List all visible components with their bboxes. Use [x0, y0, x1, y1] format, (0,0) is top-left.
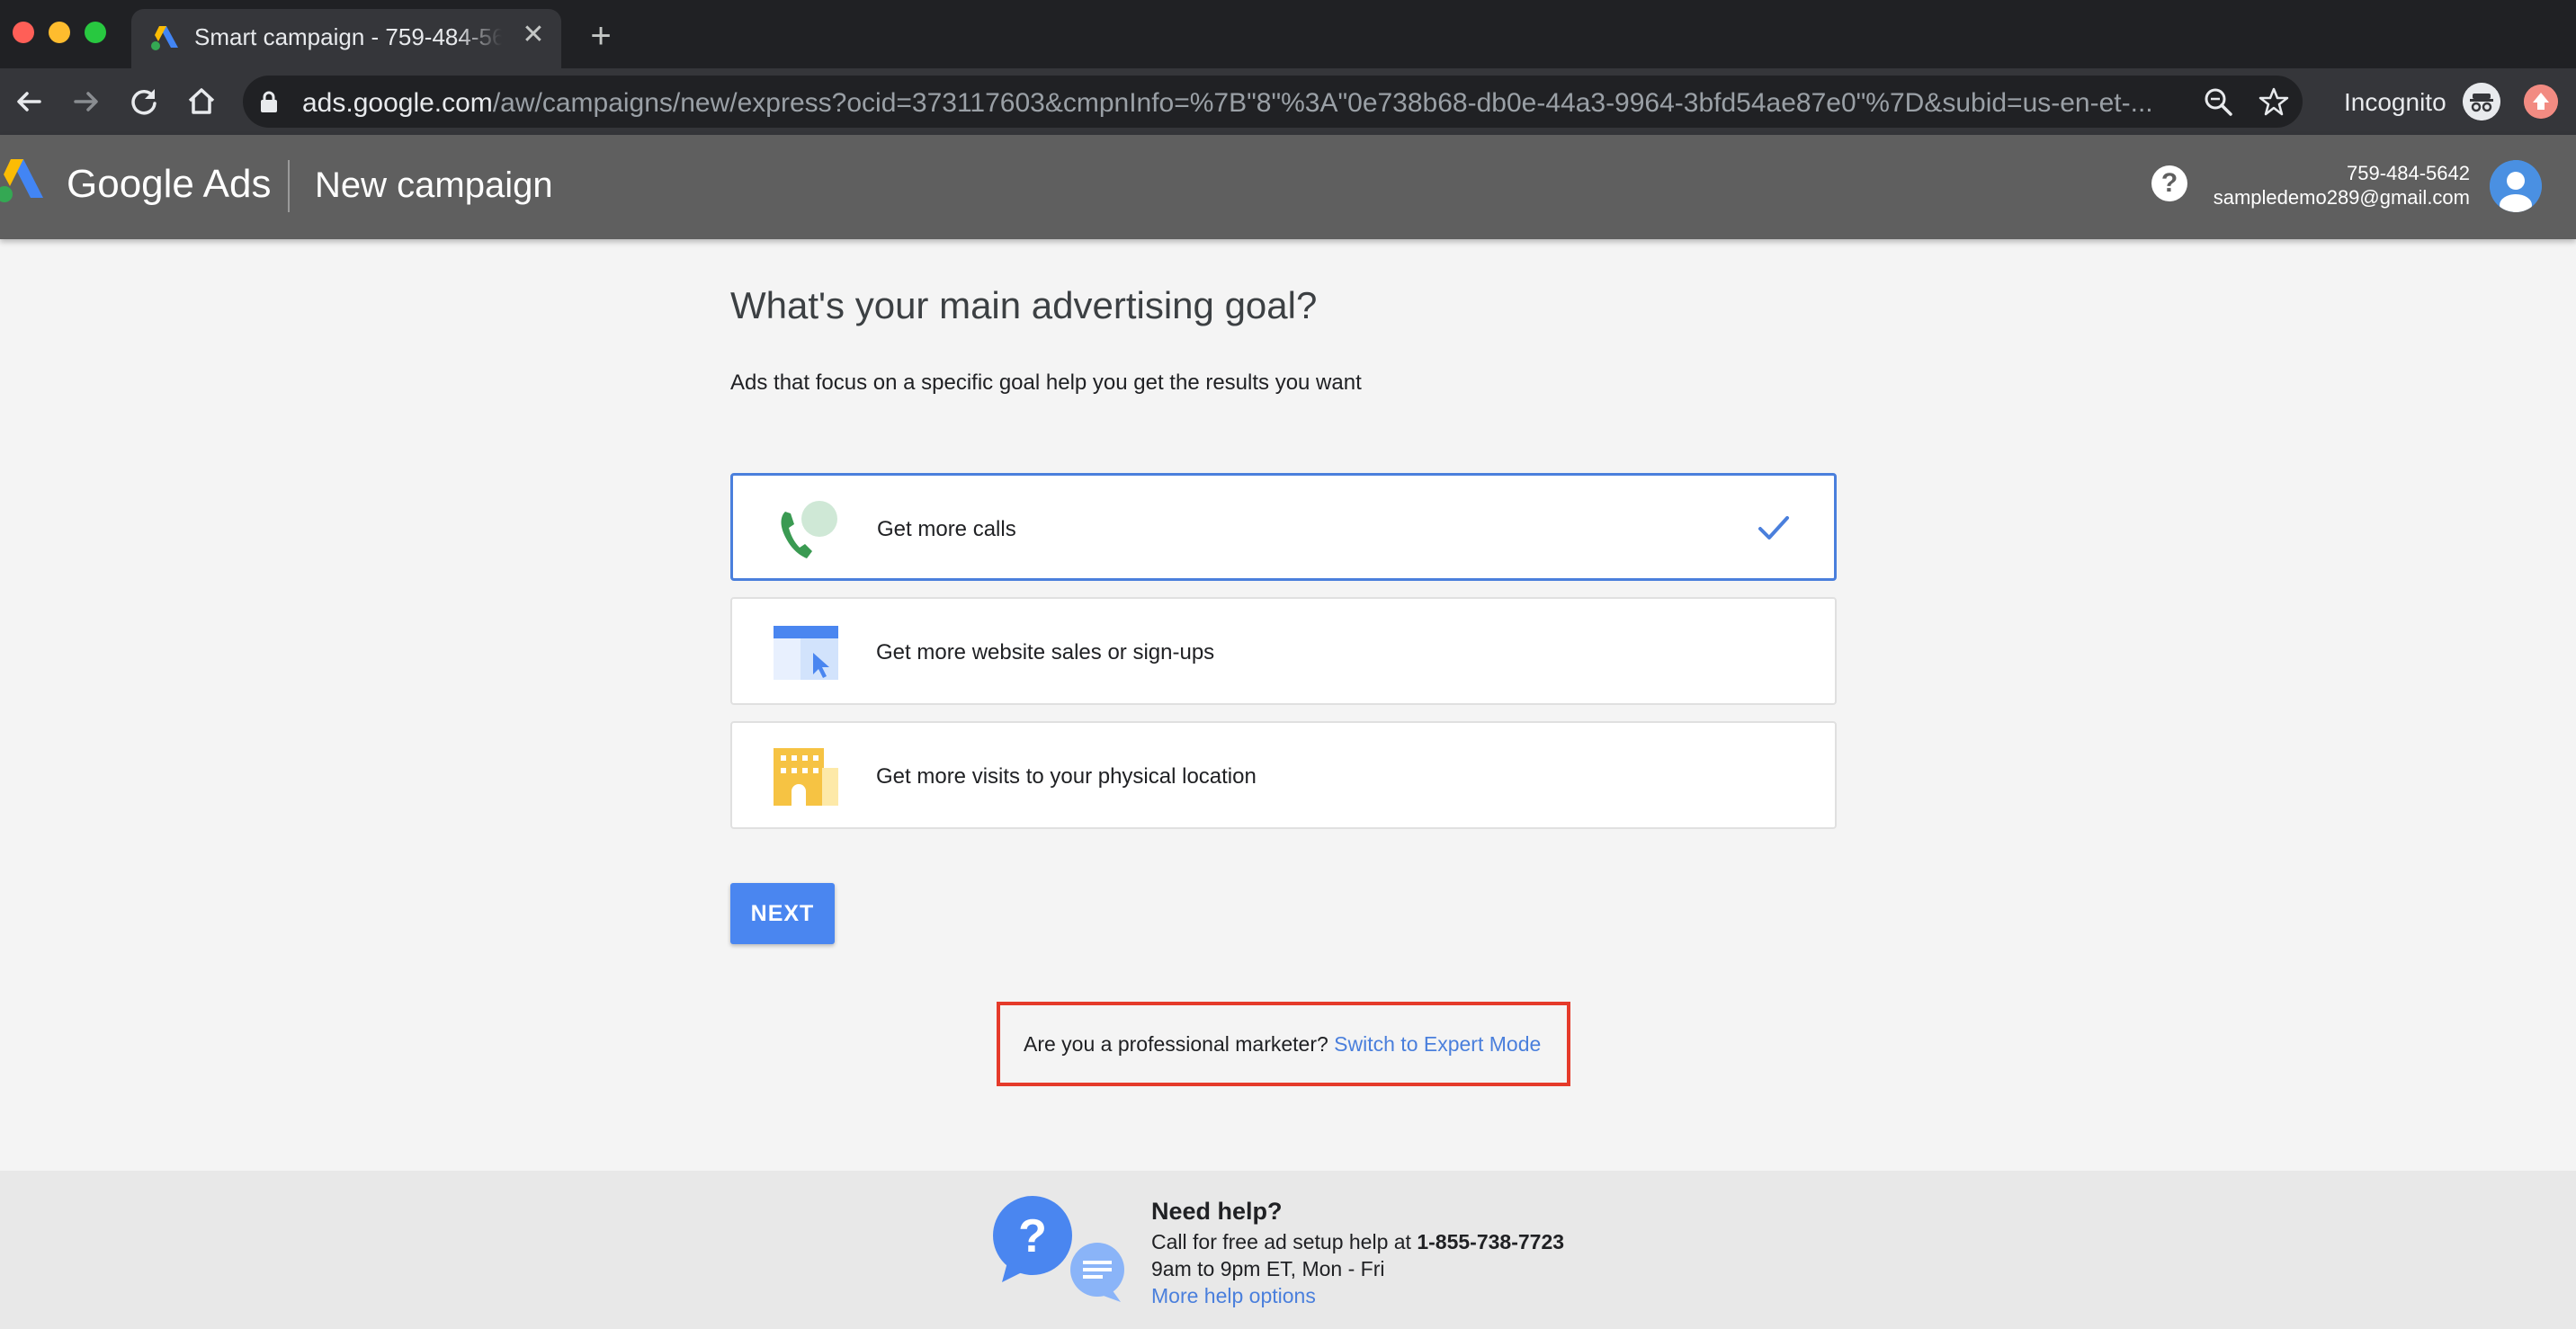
- brand-name[interactable]: Google Ads: [67, 162, 272, 207]
- next-button[interactable]: NEXT: [730, 883, 835, 944]
- incognito-label: Incognito: [2344, 88, 2446, 116]
- goal-label-calls: Get more calls: [877, 517, 1016, 541]
- account-info[interactable]: 759-484-5642 sampledemo289@gmail.com: [2214, 162, 2470, 210]
- expert-prompt-text: Are you a professional marketer?: [1024, 1032, 1328, 1056]
- need-help-heading: Need help?: [1151, 1198, 1283, 1225]
- profile-menu-icon[interactable]: [2524, 85, 2558, 119]
- account-email: sampledemo289@gmail.com: [2213, 186, 2470, 209]
- address-bar[interactable]: ads.google.com/aw/campaigns/new/express?…: [243, 76, 2303, 128]
- help-chat-icon: ?: [993, 1196, 1124, 1302]
- forward-arrow-icon[interactable]: [67, 82, 106, 121]
- header-divider: [288, 160, 290, 212]
- expert-mode-prompt: Are you a professional marketer? Switch …: [1024, 1032, 1541, 1057]
- tab-close-icon[interactable]: ✕: [518, 20, 549, 50]
- help-call-text: Call for free ad setup help at: [1151, 1230, 1418, 1253]
- svg-text:?: ?: [1018, 1210, 1047, 1262]
- building-icon: [774, 748, 838, 806]
- back-arrow-icon[interactable]: [9, 82, 49, 121]
- google-ads-favicon-icon: [151, 26, 178, 50]
- home-icon[interactable]: [182, 82, 221, 121]
- window-close-button[interactable]: [13, 22, 34, 43]
- window-maximize-button[interactable]: [85, 22, 106, 43]
- browser-tab[interactable]: Smart campaign - 759-484-5642 ✕: [131, 9, 561, 68]
- help-hours: 9am to 9pm ET, Mon - Fri: [1151, 1257, 1385, 1280]
- more-help-options-link[interactable]: More help options: [1151, 1284, 1316, 1308]
- goal-label-website: Get more website sales or sign-ups: [876, 640, 1215, 664]
- help-icon[interactable]: ?: [2151, 165, 2187, 201]
- lock-icon: [261, 91, 277, 112]
- tab-title: Smart campaign - 759-484-5642: [194, 23, 502, 50]
- reload-icon[interactable]: [124, 82, 164, 121]
- zoom-icon[interactable]: [2202, 85, 2234, 118]
- phone-icon: [781, 501, 837, 558]
- account-phone: 759-484-5642: [2346, 162, 2470, 184]
- expert-mode-highlight-box: Are you a professional marketer? Switch …: [997, 1002, 1570, 1086]
- window-minimize-button[interactable]: [49, 22, 70, 43]
- goal-option-website[interactable]: Get more website sales or sign-ups: [730, 597, 1837, 705]
- help-call-line: Call for free ad setup help at 1-855-738…: [1151, 1230, 1564, 1254]
- google-ads-logo-icon[interactable]: [0, 156, 47, 205]
- goal-question-subtitle: Ads that focus on a specific goal help y…: [730, 370, 1362, 395]
- help-footer: ? Need help? Call for free ad setup help…: [0, 1171, 2576, 1329]
- website-icon: [774, 626, 838, 680]
- page-title: New campaign: [315, 165, 553, 205]
- url-text[interactable]: ads.google.com/aw/campaigns/new/express?…: [302, 88, 2173, 119]
- checkmark-icon: [1758, 516, 1789, 540]
- new-tab-button[interactable]: +: [583, 18, 619, 54]
- goal-option-calls[interactable]: Get more calls: [730, 473, 1837, 581]
- app-header: Google Ads New campaign ? 759-484-5642 s…: [0, 135, 2576, 239]
- browser-toolbar: ads.google.com/aw/campaigns/new/express?…: [0, 68, 2576, 135]
- switch-to-expert-mode-link[interactable]: Switch to Expert Mode: [1334, 1032, 1541, 1056]
- incognito-icon[interactable]: [2463, 83, 2500, 120]
- help-phone-number: 1-855-738-7723: [1417, 1230, 1565, 1253]
- bookmark-star-icon[interactable]: [2258, 85, 2290, 118]
- avatar-icon[interactable]: [2490, 160, 2542, 212]
- goal-label-visits: Get more visits to your physical locatio…: [876, 764, 1257, 789]
- url-path: /aw/campaigns/new/express?ocid=373117603…: [492, 88, 2153, 118]
- browser-tab-bar: Smart campaign - 759-484-5642 ✕ +: [0, 0, 2576, 68]
- goal-question-title: What's your main advertising goal?: [730, 284, 1318, 326]
- url-host: ads.google.com: [302, 88, 493, 118]
- goal-option-visits[interactable]: Get more visits to your physical locatio…: [730, 721, 1837, 829]
